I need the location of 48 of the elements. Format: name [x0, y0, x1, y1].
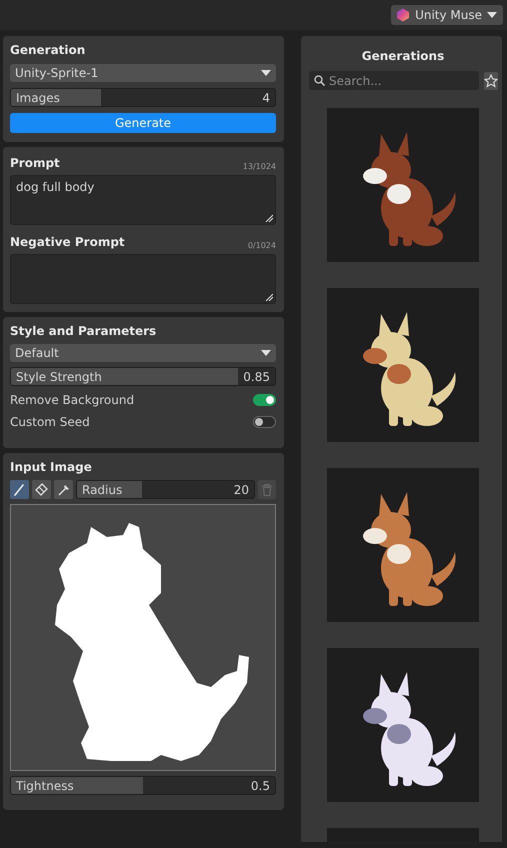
slider-label: Radius — [82, 482, 122, 496]
logo-icon — [396, 8, 410, 22]
account-name: Unity Muse — [415, 8, 482, 22]
search-field[interactable]: Search... — [309, 71, 479, 90]
search-icon — [314, 75, 325, 86]
prompt-field[interactable] — [10, 254, 276, 304]
favorites-button[interactable] — [484, 72, 498, 90]
toggle-label: Custom Seed — [10, 415, 90, 429]
toggle-switch[interactable] — [253, 416, 276, 428]
slider-value: 20 — [234, 482, 249, 496]
tightness-slider[interactable]: Tightness 0.5 — [10, 776, 276, 795]
radius-slider[interactable]: Radius 20 — [76, 480, 255, 499]
strength-slider[interactable]: Style Strength 0.85 — [10, 367, 276, 386]
slider-label: Images — [16, 90, 60, 104]
eyedropper-tool-button[interactable] — [54, 480, 73, 499]
caret-icon — [261, 350, 271, 356]
star-icon — [484, 74, 498, 88]
trash-icon — [262, 484, 272, 496]
section-title: Negative Prompt — [10, 235, 125, 250]
eraser-tool-button[interactable] — [32, 480, 51, 499]
slider-label: Style Strength — [16, 370, 102, 384]
slider-value: 4 — [262, 90, 270, 104]
model-dropdown[interactable]: Unity-Sprite-1 — [10, 64, 276, 82]
section-title: Prompt — [10, 156, 60, 171]
toggle-switch[interactable] — [253, 394, 276, 406]
panel-title: Generations — [362, 49, 444, 63]
caret-icon — [261, 70, 271, 76]
account-dropdown[interactable]: Unity Muse — [391, 5, 503, 25]
dropdown-value: Default — [15, 346, 59, 360]
prompt-field[interactable]: dog full body — [10, 175, 276, 225]
toggle-label: Remove Background — [10, 393, 134, 407]
eraser-icon — [34, 482, 49, 497]
slider-label: Tightness — [16, 778, 74, 792]
slider-value: 0.5 — [250, 778, 270, 792]
images-slider[interactable]: Images 4 — [10, 88, 276, 107]
brush-tool-button[interactable] — [10, 480, 29, 499]
section-title: Input Image — [10, 460, 93, 475]
caret-icon — [487, 12, 497, 18]
resize-grip-icon — [265, 293, 273, 301]
eyedropper-icon — [56, 482, 71, 497]
dropdown-value: Unity-Sprite-1 — [15, 66, 98, 80]
section-title: Style and Parameters — [10, 324, 158, 339]
slider-value: 0.85 — [243, 370, 270, 384]
character-counter: 13/1024 — [242, 162, 276, 171]
character-counter: 0/1024 — [248, 241, 276, 250]
resize-grip-icon — [265, 214, 273, 222]
section-title: Generation — [10, 43, 86, 58]
style-dropdown[interactable]: Default — [10, 344, 276, 362]
